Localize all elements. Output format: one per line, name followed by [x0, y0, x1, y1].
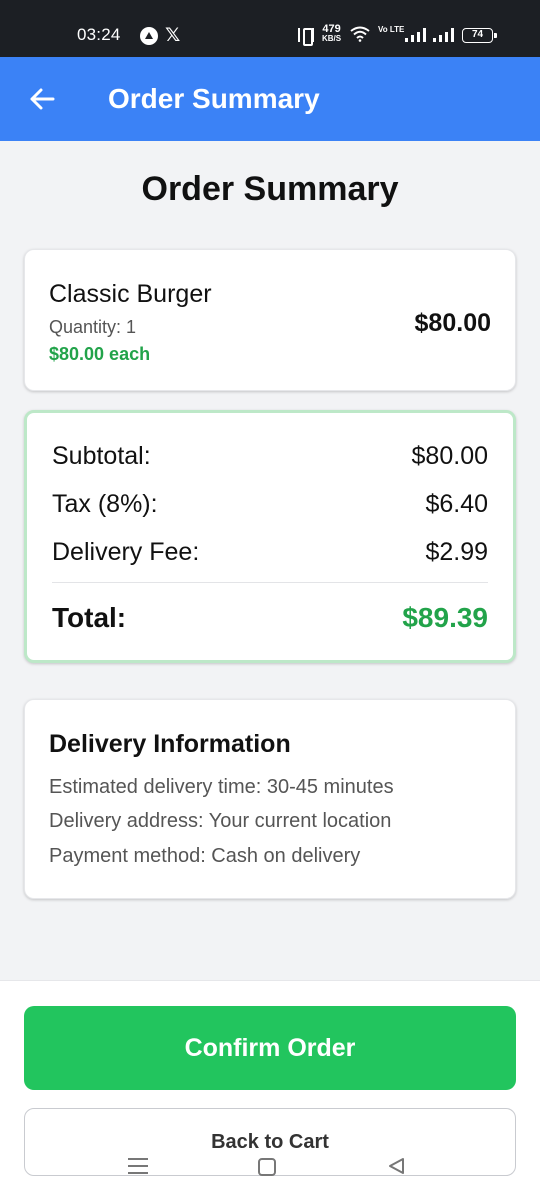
- battery-icon: 74: [462, 28, 497, 43]
- delivery-info-card: Delivery Information Estimated delivery …: [24, 699, 516, 899]
- item-name: Classic Burger: [49, 280, 212, 308]
- tax-value: $6.40: [425, 490, 488, 518]
- page-title: Order Summary: [141, 170, 399, 208]
- home-icon[interactable]: [258, 1158, 276, 1176]
- app-bar-title: Order Summary: [108, 83, 320, 114]
- signal-icon-2: [433, 28, 454, 42]
- subtotal-row: Subtotal: $80.00: [52, 442, 488, 471]
- total-row: Total: $89.39: [52, 602, 488, 634]
- back-triangle-icon[interactable]: [386, 1156, 406, 1176]
- order-totals-card: Subtotal: $80.00 Tax (8%): $6.40 Deliver…: [24, 410, 516, 663]
- tax-label: Tax (8%):: [52, 490, 158, 518]
- delivery-address: Delivery address: Your current location: [49, 810, 392, 832]
- delivery-fee-label: Delivery Fee:: [52, 538, 200, 566]
- system-nav-bar: [0, 1150, 540, 1200]
- volte-icon: Vo LTE: [378, 25, 405, 34]
- x-notification-icon: 𝕏: [165, 24, 181, 46]
- back-button[interactable]: [22, 81, 62, 117]
- network-speed-unit: KB/S: [322, 34, 342, 43]
- status-time: 03:24: [77, 25, 121, 44]
- item-quantity: Quantity: 1: [49, 317, 137, 337]
- payment-method: Payment method: Cash on delivery: [49, 845, 361, 867]
- vibrate-icon: [298, 28, 314, 46]
- network-speed-value: 479: [322, 23, 341, 35]
- tax-row: Tax (8%): $6.40: [52, 490, 488, 519]
- status-bar: 03:24 𝕏 479 KB/S Vo LTE 74: [0, 0, 540, 57]
- delivery-fee-row: Delivery Fee: $2.99: [52, 538, 488, 567]
- totals-divider: [52, 582, 488, 583]
- delivery-fee-value: $2.99: [425, 538, 488, 566]
- item-unit-price: $80.00 each: [49, 344, 151, 364]
- subtotal-label: Subtotal:: [52, 442, 151, 470]
- total-value: $89.39: [402, 602, 488, 633]
- subtotal-value: $80.00: [411, 442, 488, 470]
- notification-app-icon: [140, 27, 158, 45]
- confirm-order-button[interactable]: Confirm Order: [24, 1006, 516, 1090]
- order-item-card: Classic Burger Quantity: 1 $80.00 each $…: [24, 249, 516, 391]
- delivery-eta: Estimated delivery time: 30-45 minutes: [49, 776, 394, 798]
- delivery-info-title: Delivery Information: [49, 730, 291, 758]
- wifi-icon: [350, 26, 370, 42]
- network-speed: 479 KB/S: [322, 24, 341, 44]
- arrow-left-icon: [30, 88, 55, 110]
- total-label: Total:: [52, 602, 127, 633]
- signal-icon: [405, 28, 426, 42]
- app-bar: Order Summary: [0, 57, 540, 141]
- recent-apps-icon[interactable]: [128, 1158, 148, 1174]
- item-total-price: $80.00: [414, 309, 491, 337]
